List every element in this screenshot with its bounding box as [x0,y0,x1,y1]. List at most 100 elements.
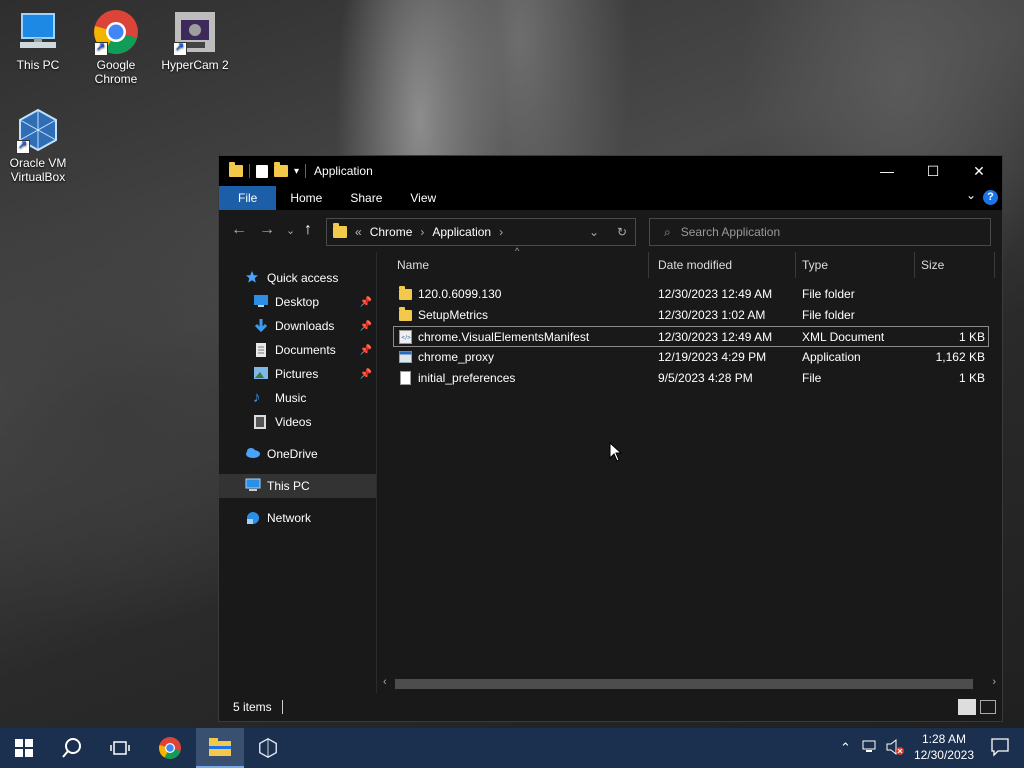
file-name: SetupMetrics [418,308,489,322]
file-name: 120.0.6099.130 [418,287,502,301]
start-button[interactable] [0,728,48,768]
nav-item-music[interactable]: ♪ Music [219,386,376,410]
nav-item-network[interactable]: Network [219,506,376,530]
address-dropdown-icon[interactable]: ⌄ [589,225,599,239]
application-icon [399,351,412,363]
horizontal-scrollbar[interactable]: ‹ › [377,675,1002,691]
file-explorer-icon [209,738,231,756]
file-row[interactable]: SetupMetrics 12/30/2023 1:02 AM File fol… [393,305,989,326]
desktop-icon-this-pc[interactable]: This PC [0,8,76,72]
desktop-icon-hypercam[interactable]: HyperCam 2 [157,8,233,72]
properties-icon[interactable] [256,164,268,178]
expand-ribbon-icon[interactable]: ⌄ [966,188,976,202]
breadcrumb-separator-icon[interactable]: › [420,225,424,239]
nav-label: Quick access [267,271,339,285]
divider [281,700,283,714]
pictures-icon [253,366,269,382]
notifications-icon[interactable] [990,737,1010,760]
search-box[interactable]: ⌕ Search Application [649,218,991,246]
details-view-icon[interactable] [958,699,976,715]
file-explorer-window: ▾ Application — ☐ ✕ File Home Share View… [218,155,1003,722]
windows-logo-icon [15,739,33,757]
tab-file[interactable]: File [219,186,277,210]
file-size: 1,162 KB [935,350,985,364]
scroll-right-icon[interactable]: › [992,676,996,688]
close-button[interactable]: ✕ [956,156,1002,186]
nav-item-this-pc[interactable]: This PC [219,474,376,498]
recent-locations-icon[interactable]: ⌄ [286,224,295,237]
xml-file-icon: </> [399,330,412,344]
tab-home[interactable]: Home [276,186,336,210]
taskbar-virtualbox[interactable] [244,728,292,768]
scroll-left-icon[interactable]: ‹ [383,676,387,688]
nav-item-downloads[interactable]: Downloads 📌 [219,314,376,338]
desktop-icon-label: This PC [16,58,60,72]
volume-muted-icon[interactable] [885,738,905,759]
minimize-button[interactable]: — [864,156,910,186]
breadcrumb-application[interactable]: Application [432,225,491,239]
nav-label: Music [275,391,307,405]
nav-label: Documents [275,343,336,357]
window-title: Application [314,164,373,178]
search-input[interactable]: Search Application [681,225,780,239]
column-header-size[interactable]: Size [915,252,995,278]
computer-icon [245,478,261,494]
column-header-name[interactable]: Name [391,252,649,278]
file-name: chrome.VisualElementsManifest [418,330,590,344]
new-folder-icon[interactable] [274,162,288,177]
system-clock[interactable]: 1:28 AM 12/30/2023 [914,731,974,763]
breadcrumb-separator-icon[interactable]: › [499,225,503,239]
desktop-icon-google-chrome[interactable]: Google Chrome [78,8,154,86]
file-size: 1 KB [958,371,985,385]
chrome-icon [159,737,181,759]
back-arrow-icon[interactable]: ← [231,221,247,239]
forward-arrow-icon[interactable]: → [259,221,275,239]
help-icon[interactable]: ? [983,190,998,205]
tab-view[interactable]: View [396,186,450,210]
refresh-icon[interactable]: ↻ [617,225,627,239]
file-date: 12/30/2023 1:02 AM [658,308,766,322]
search-icon [62,738,81,758]
file-row[interactable]: 120.0.6099.130 12/30/2023 12:49 AM File … [393,284,989,305]
file-row[interactable]: chrome_proxy 12/19/2023 4:29 PM Applicat… [393,347,989,368]
tab-share[interactable]: Share [336,186,396,210]
file-type: Application [802,350,861,364]
file-row[interactable]: </> chrome.VisualElementsManifest 12/30/… [393,326,989,347]
file-type: XML Document [802,330,885,344]
clock-time: 1:28 AM [921,732,966,746]
nav-item-onedrive[interactable]: OneDrive [219,442,376,466]
column-header-date-modified[interactable]: Date modified [652,252,796,278]
title-bar[interactable]: ▾ Application — ☐ ✕ [219,156,1002,186]
search-icon: ⌕ [664,224,671,239]
scrollbar-thumb[interactable] [395,679,973,689]
folder-icon [399,307,412,321]
network-status-icon[interactable] [862,739,880,758]
nav-item-desktop[interactable]: Desktop 📌 [219,290,376,314]
nav-item-pictures[interactable]: Pictures 📌 [219,362,376,386]
music-icon: ♪ [253,389,261,406]
up-arrow-icon[interactable]: ↑ [304,221,312,239]
svg-text:</>: </> [401,335,411,341]
chevron-down-icon[interactable]: ▾ [294,166,299,177]
desktop-icon-virtualbox[interactable]: Oracle VM VirtualBox [0,106,76,184]
file-icon [400,371,413,385]
address-bar[interactable]: « Chrome › Application › ⌄ ↻ [326,218,636,246]
pin-icon: 📌 [359,344,372,356]
taskbar-chrome[interactable] [146,728,194,768]
search-button[interactable] [48,728,96,768]
large-icons-view-icon[interactable] [980,700,996,714]
taskbar-file-explorer[interactable] [196,728,244,768]
nav-item-documents[interactable]: Documents 📌 [219,338,376,362]
file-row[interactable]: initial_preferences 9/5/2023 4:28 PM Fil… [393,368,989,389]
column-header-type[interactable]: Type [796,252,915,278]
task-view-button[interactable] [96,728,144,768]
desktop-icon [253,294,269,310]
navigation-bar: ← → ⌄ ↑ « Chrome › Application › ⌄ ↻ ⌕ S… [219,210,1002,252]
show-hidden-icons-chevron-icon[interactable]: ⌃ [840,740,851,756]
breadcrumb-chrome[interactable]: Chrome [370,225,413,239]
pin-icon: 📌 [359,296,372,308]
maximize-button[interactable]: ☐ [910,156,956,186]
breadcrumb-overflow[interactable]: « [355,225,362,239]
nav-item-quick-access[interactable]: Quick access [219,266,376,290]
nav-item-videos[interactable]: Videos [219,410,376,434]
